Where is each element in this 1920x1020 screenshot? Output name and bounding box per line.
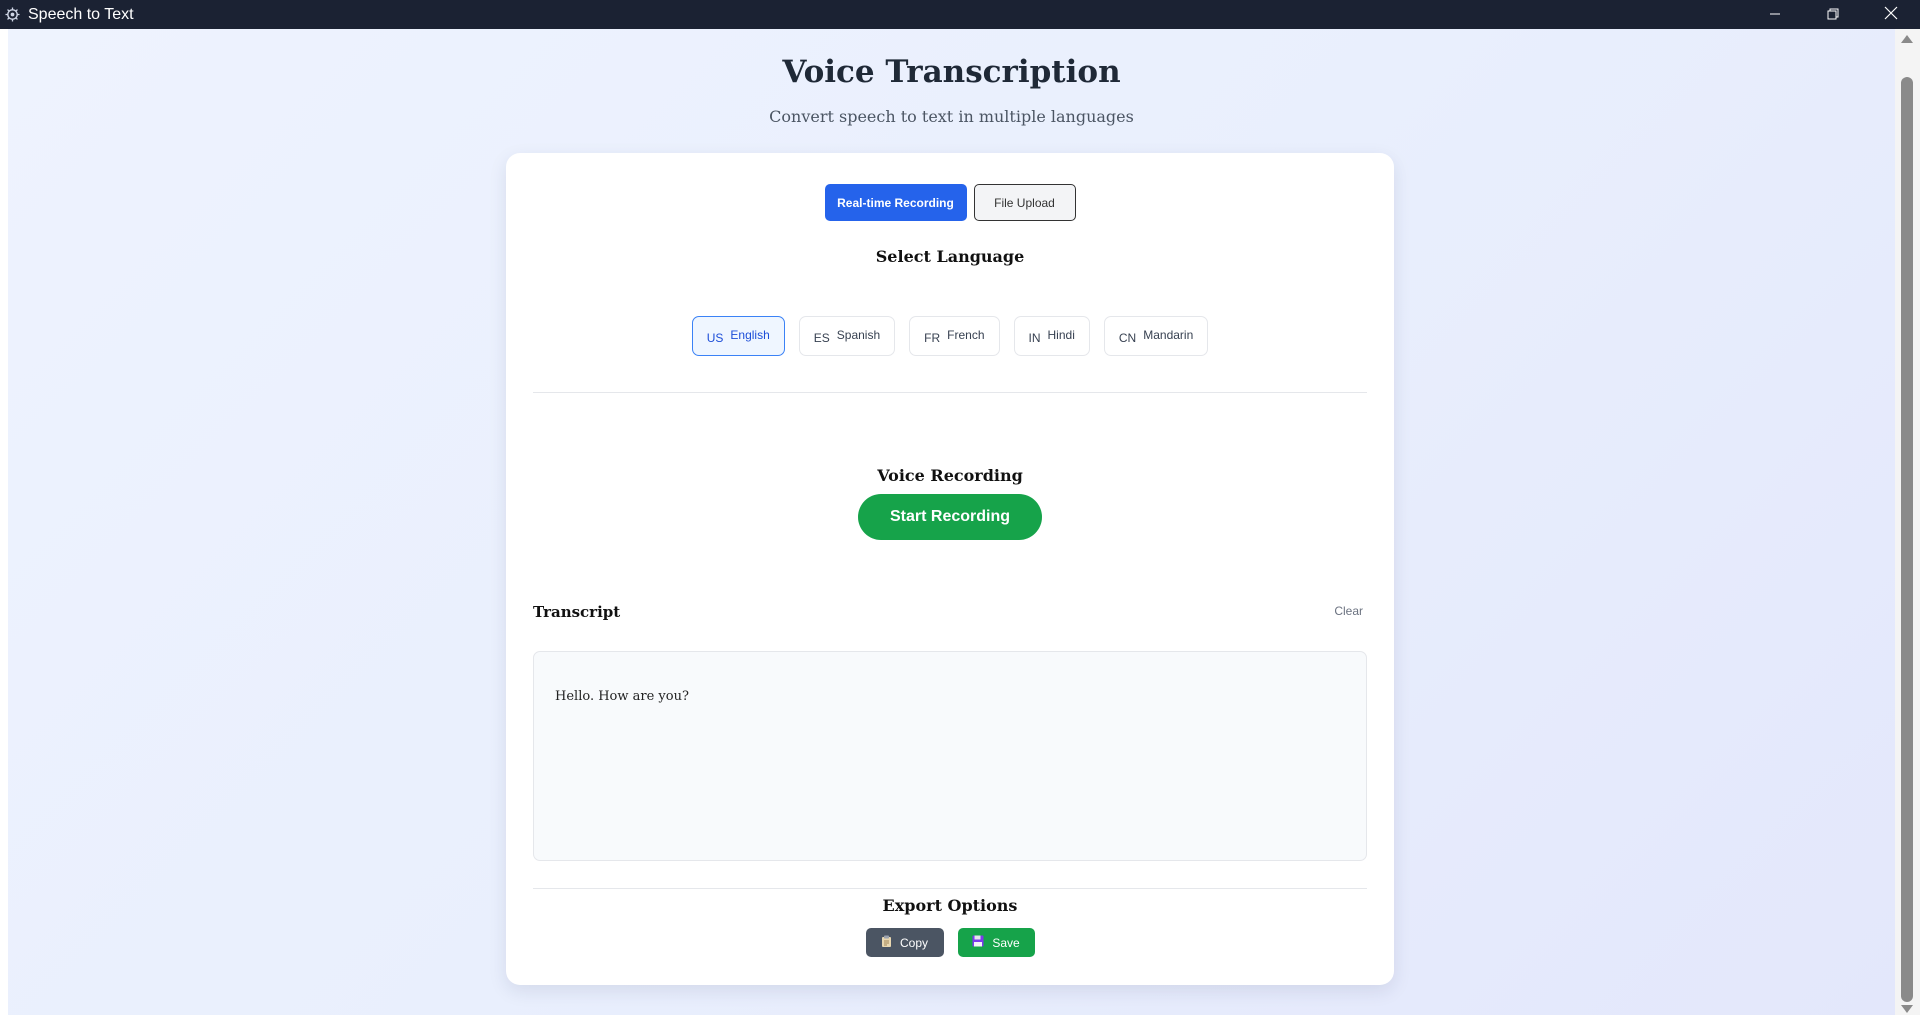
language-option-hindi[interactable]: IN Hindi	[1013, 316, 1090, 356]
language-label: English	[730, 327, 770, 342]
copy-label: Copy	[899, 935, 928, 950]
language-option-spanish[interactable]: ES Spanish	[798, 316, 896, 356]
minimize-icon	[1769, 5, 1781, 24]
window-titlebar: Speech to Text	[0, 0, 1920, 29]
save-label: Save	[992, 935, 1020, 950]
language-label: Hindi	[1047, 327, 1075, 342]
divider	[533, 888, 1367, 889]
language-option-french[interactable]: FR French	[909, 316, 1000, 356]
save-button[interactable]: Save	[957, 928, 1035, 957]
export-buttons: Copy Save	[506, 928, 1394, 957]
copy-button[interactable]: Copy	[865, 928, 944, 957]
language-label: Spanish	[836, 327, 881, 342]
restore-button[interactable]	[1804, 0, 1862, 29]
window-title: Speech to Text	[28, 5, 134, 23]
page-content: Voice Transcription Convert speech to te…	[8, 29, 1895, 1015]
gear-icon	[4, 7, 20, 23]
main-card: Real-time Recording File Upload Select L…	[506, 153, 1394, 985]
flag-code-in: IN	[1028, 330, 1041, 345]
language-option-mandarin[interactable]: CN Mandarin	[1103, 316, 1209, 356]
export-heading: Export Options	[882, 896, 1018, 915]
transcript-textarea[interactable]: Hello. How are you?	[533, 651, 1367, 861]
page-subtitle: Convert speech to text in multiple langu…	[769, 107, 1134, 126]
scroll-up-icon[interactable]	[1901, 35, 1913, 43]
language-options: US English ES Spanish FR French IN Hindi…	[506, 316, 1394, 356]
start-recording-button[interactable]: Start Recording	[858, 494, 1042, 540]
tab-file-upload[interactable]: File Upload	[973, 184, 1076, 221]
flag-code-es: ES	[813, 330, 830, 345]
scroll-thumb[interactable]	[1901, 77, 1913, 1002]
page-title: Voice Transcription	[782, 54, 1121, 90]
language-label: French	[947, 327, 985, 342]
mode-tabs: Real-time Recording File Upload	[506, 184, 1394, 221]
recording-heading: Voice Recording	[877, 466, 1023, 485]
language-heading: Select Language	[875, 247, 1025, 266]
close-icon	[1884, 5, 1898, 24]
flag-code-fr: FR	[924, 330, 941, 345]
scroll-down-icon[interactable]	[1901, 1005, 1913, 1013]
floppy-disk-icon	[972, 935, 984, 950]
minimize-button[interactable]	[1746, 0, 1804, 29]
transcript-text: Hello. How are you?	[555, 689, 689, 704]
vertical-scrollbar[interactable]	[1895, 29, 1920, 1015]
language-option-english[interactable]: US English	[691, 316, 785, 356]
transcript-label: Transcript	[533, 603, 621, 621]
flag-code-cn: CN	[1118, 330, 1137, 345]
close-button[interactable]	[1862, 0, 1920, 29]
language-label: Mandarin	[1143, 327, 1194, 342]
app-viewport: Voice Transcription Convert speech to te…	[0, 29, 1920, 1015]
flag-code-us: US	[706, 330, 724, 345]
divider	[533, 392, 1367, 393]
tab-realtime-recording[interactable]: Real-time Recording	[824, 184, 967, 221]
clipboard-icon	[881, 935, 892, 950]
restore-icon	[1827, 5, 1839, 24]
clear-button[interactable]: Clear	[1334, 604, 1363, 618]
